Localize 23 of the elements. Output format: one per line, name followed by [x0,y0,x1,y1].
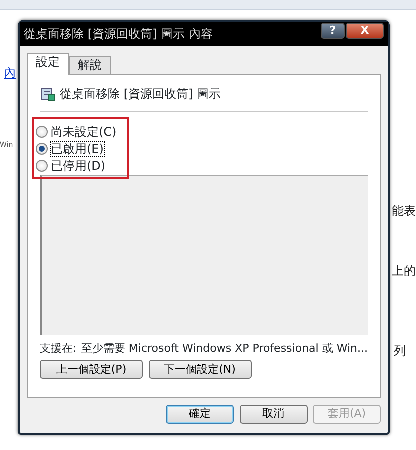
radio-label[interactable]: 已停用(D) [51,159,106,173]
tab[interactable]: 設定 [27,53,69,75]
background-text: 列 [394,343,406,360]
tab[interactable]: 解說 [69,56,111,74]
link[interactable]: 內 [4,64,16,82]
window-title: 從桌面移除 [資源回收筒] 圖示 內容 [24,26,213,43]
supported-label: 支援在: [40,341,78,357]
radio-label[interactable]: 已啟用(E) [51,142,104,156]
supported-value: 至少需要 Microsoft Windows XP Professional 或 Win... [81,341,368,357]
nav-button[interactable]: 上一個設定(P) [40,360,143,380]
dialog-button[interactable]: 取消 [240,405,308,424]
nav-button[interactable]: 下一個設定(N) [148,360,252,380]
background-text: 能表 [392,203,416,220]
policy-name: 從桌面移除 [資源回收筒] 圖示 [60,86,221,103]
radio-button[interactable] [36,126,48,138]
radio-button[interactable] [36,160,48,172]
radio-label[interactable]: 尚未設定(C) [51,125,117,139]
background-text: 上的 [392,263,416,280]
help-button[interactable]: ? [321,23,345,39]
dialog-button[interactable]: 確定 [166,405,234,424]
close-button[interactable]: X [346,23,384,39]
radio-button[interactable] [36,143,48,155]
policy-icon [40,86,56,102]
